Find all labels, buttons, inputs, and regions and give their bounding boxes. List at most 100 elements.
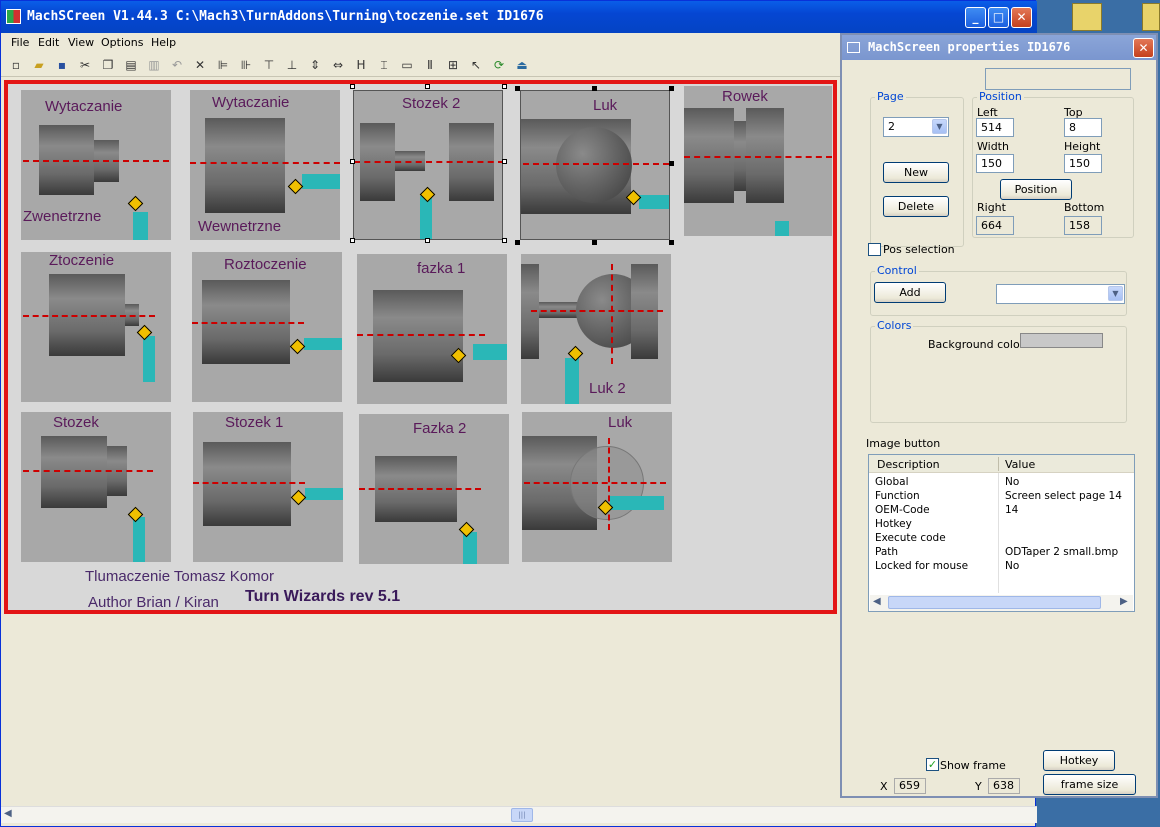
align-right-icon[interactable]: ⊪ (236, 55, 256, 75)
paste-icon[interactable]: ▤ (121, 55, 141, 75)
desktop-folder-icon[interactable] (1142, 3, 1160, 31)
scroll-right-icon[interactable]: ▶ (1120, 596, 1128, 607)
new-file-icon[interactable]: ▫ (6, 55, 26, 75)
tile-label: Rowek (722, 88, 768, 105)
hotkey-direct-button[interactable]: Hotkey direct (1043, 750, 1115, 786)
grid-row[interactable]: Global No (869, 475, 1134, 489)
grid-header-value[interactable]: Value (1005, 458, 1035, 471)
new-page-button[interactable]: New (883, 162, 949, 183)
grid-cell-description: Path (875, 546, 899, 558)
copy-icon[interactable]: ❐ (98, 55, 118, 75)
delete-icon[interactable]: ✕ (190, 55, 210, 75)
tile-label: Luk 2 (589, 380, 626, 397)
menu-view[interactable]: View (63, 33, 99, 53)
delete-page-button[interactable]: Delete (883, 196, 949, 217)
position-button[interactable]: Position (1000, 179, 1072, 200)
scroll-thumb[interactable]: ||| (511, 808, 533, 822)
save-icon[interactable]: ▪ (52, 55, 72, 75)
tile-label: Stozek (53, 414, 99, 431)
tile-luk-3[interactable]: Luk (522, 412, 672, 562)
maximize-button[interactable]: □ (988, 7, 1009, 28)
pointer-icon[interactable]: ↖ (466, 55, 486, 75)
add-control-button[interactable]: Add (874, 282, 946, 303)
grid-row[interactable]: Path ODTaper 2 small.bmp (869, 545, 1134, 559)
test-icon[interactable]: ⏏ (512, 55, 532, 75)
tile-stozek[interactable]: Stozek (21, 412, 171, 562)
position-group-title: Position (977, 90, 1024, 103)
properties-close-button[interactable]: ✕ (1133, 38, 1154, 58)
top-field[interactable]: 8 (1064, 118, 1102, 137)
translator-credit[interactable]: Tlumaczenie Tomasz Komor (85, 568, 274, 585)
chevron-down-icon[interactable]: ▼ (932, 119, 947, 134)
grid-header-description[interactable]: Description (877, 458, 940, 471)
tile-luk[interactable]: Luk (520, 90, 670, 240)
scroll-left-icon[interactable]: ◀ (873, 596, 881, 607)
show-frame-checkbox[interactable]: ✓ (926, 758, 939, 771)
tile-ztoczenie[interactable]: Ztoczenie (21, 252, 171, 402)
close-button[interactable]: ✕ (1011, 7, 1032, 28)
menu-help[interactable]: Help (146, 33, 181, 53)
align-left-icon[interactable]: ⊫ (213, 55, 233, 75)
tile-roztoczenie[interactable]: Roztoczenie (192, 252, 342, 402)
page-select-value: 2 (888, 120, 895, 133)
center-horizontal-icon[interactable]: ⇔ (328, 55, 348, 75)
tile-fazka-2[interactable]: Fazka 2 (359, 414, 509, 564)
tile-fazka-1[interactable]: fazka 1 (357, 254, 507, 404)
version-label[interactable]: Turn Wizards rev 5.1 (245, 588, 400, 606)
undo-icon[interactable]: ↶ (167, 55, 187, 75)
grid-icon[interactable]: ⊞ (443, 55, 463, 75)
screen-canvas[interactable]: Wytaczanie Zwenetrzne Wytaczanie Wewnetr… (4, 80, 837, 614)
properties-grid: Description Value Global No Function Scree… (868, 454, 1135, 612)
author-credit[interactable]: Author Brian / Kiran (88, 594, 219, 611)
grid-row[interactable]: Execute code (869, 531, 1134, 545)
grid-horizontal-scrollbar[interactable]: ◀ ▶ (870, 595, 1133, 611)
open-folder-icon[interactable]: ▰ (29, 55, 49, 75)
same-height-icon[interactable]: H (351, 55, 371, 75)
control-select[interactable]: ▼ (996, 284, 1125, 304)
background-color-swatch[interactable] (1020, 333, 1103, 348)
horizontal-scrollbar[interactable]: ◀ ||| (1, 806, 1037, 823)
right-field: 664 (976, 216, 1014, 235)
tile-label: Fazka 2 (413, 420, 467, 437)
grid-cell-value: No (1005, 476, 1020, 488)
align-bottom-icon[interactable]: ⊥ (282, 55, 302, 75)
cut-icon[interactable]: ✂ (75, 55, 95, 75)
tile-luk-2[interactable]: Luk 2 (521, 254, 671, 404)
scroll-left-icon[interactable]: ◀ (4, 808, 12, 819)
tile-wytaczanie-zewnetrzne[interactable]: Wytaczanie Zwenetrzne (21, 90, 171, 240)
grid-row[interactable]: Locked for mouse No (869, 559, 1134, 573)
print-icon[interactable]: ▥ (144, 55, 164, 75)
y-label: Y (975, 780, 982, 793)
menu-edit[interactable]: Edit (33, 33, 64, 53)
center-vertical-icon[interactable]: ⇕ (305, 55, 325, 75)
page-select[interactable]: 2 ▼ (883, 117, 949, 137)
properties-title-bar[interactable]: MachScreen properties ID1676 (842, 35, 1156, 60)
main-title-bar[interactable]: MachSCreen V1.44.3 C:\Mach3\TurnAddons\T… (1, 1, 1037, 33)
frame-icon[interactable]: ▭ (397, 55, 417, 75)
grid-row[interactable]: Hotkey (869, 517, 1134, 531)
refresh-icon[interactable]: ⟳ (489, 55, 509, 75)
tile-stozek-1[interactable]: Stozek 1 (193, 412, 343, 562)
pos-selection-checkbox[interactable] (868, 243, 881, 256)
name-field[interactable] (985, 68, 1131, 90)
frame-size-button[interactable]: frame size (1043, 774, 1136, 795)
left-field[interactable]: 514 (976, 118, 1014, 137)
desktop-folder-icon[interactable] (1072, 3, 1102, 31)
chevron-down-icon[interactable]: ▼ (1108, 286, 1123, 301)
tile-stozek-2[interactable]: Stozek 2 (353, 90, 503, 240)
grid-row[interactable]: Function Screen select page 14 (869, 489, 1134, 503)
tile-label: Stozek 2 (402, 95, 461, 112)
grid-scroll-thumb[interactable] (888, 596, 1101, 609)
grid-row[interactable]: OEM-Code 14 (869, 503, 1134, 517)
height-field[interactable]: 150 (1064, 154, 1102, 173)
width-field[interactable]: 150 (976, 154, 1014, 173)
menu-options[interactable]: Options (96, 33, 148, 53)
tile-rowek[interactable]: Rowek (684, 86, 832, 236)
menu-file[interactable]: File (6, 33, 34, 53)
tile-wytaczanie-wewnetrzne[interactable]: Wytaczanie Wewnetrzne (190, 90, 340, 240)
minimize-button[interactable]: _ (965, 7, 986, 28)
same-width-icon[interactable]: ⌶ (374, 55, 394, 75)
spacing-icon[interactable]: Ⅱ (420, 55, 440, 75)
align-top-icon[interactable]: ⊤ (259, 55, 279, 75)
grid-cell-description: Locked for mouse (875, 560, 969, 572)
